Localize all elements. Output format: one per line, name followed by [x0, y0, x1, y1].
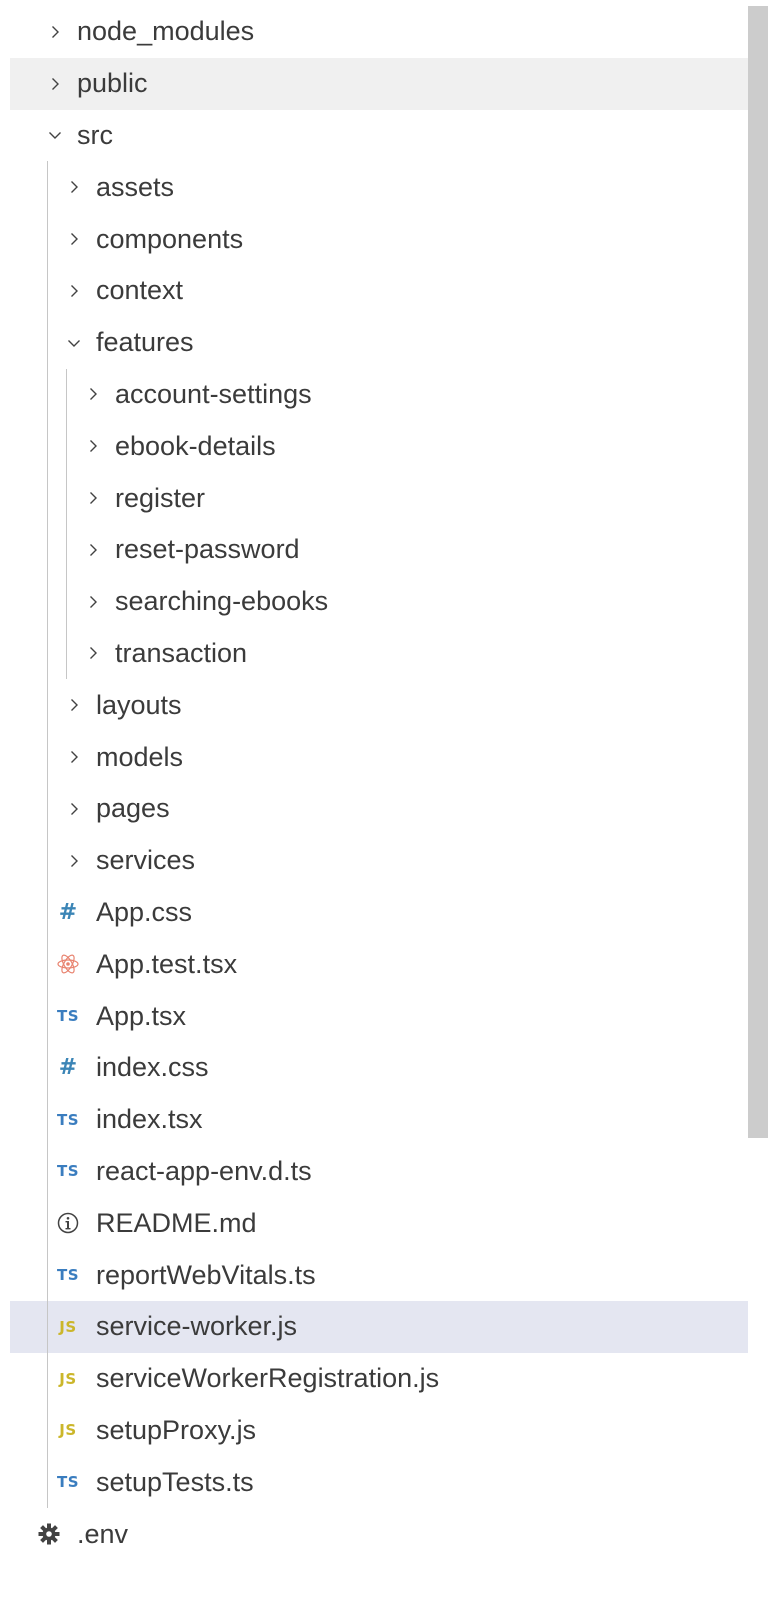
tree-item-label: reportWebVitals.ts [96, 1259, 316, 1290]
file-item-reportwebvitals-ts[interactable]: TS reportWebVitals.ts [10, 1249, 766, 1301]
folder-item-src[interactable]: src [10, 110, 766, 162]
tree-item-label: pages [96, 793, 170, 824]
chevron-right-icon[interactable] [85, 386, 101, 402]
tree-item-label: models [96, 741, 184, 772]
indent-guide [47, 161, 48, 1509]
tree-item-label: node_modules [77, 16, 255, 47]
folder-item-layouts[interactable]: layouts [10, 679, 766, 731]
tree-item-label: assets [96, 171, 175, 202]
chevron-right-icon[interactable] [66, 283, 82, 299]
chevron-right-icon[interactable] [66, 749, 82, 765]
folder-item-transaction[interactable]: transaction [10, 628, 766, 680]
typescript-icon: TS [56, 1162, 80, 1181]
indent-guide [66, 368, 67, 680]
file-item-setuptests-ts[interactable]: TS setupTests.ts [10, 1456, 766, 1508]
tree-item-label: App.css [96, 896, 193, 927]
tree-item-label: components [96, 223, 244, 254]
file-item-serviceworkerregistration-js[interactable]: JS serviceWorkerRegistration.js [10, 1353, 766, 1405]
chevron-right-icon[interactable] [47, 76, 63, 92]
typescript-icon: TS [56, 1473, 80, 1492]
chevron-right-icon[interactable] [85, 438, 101, 454]
folder-item-assets[interactable]: assets [10, 161, 766, 213]
tree-item-label: setupTests.ts [96, 1466, 254, 1497]
file-item-app-test-tsx[interactable]: App.test.tsx [10, 938, 766, 990]
file-item-app-css[interactable]: # App.css [10, 887, 766, 939]
file-item-env[interactable]: .env [10, 1508, 766, 1560]
javascript-icon: JS [59, 1317, 77, 1336]
folder-item-pages[interactable]: pages [10, 783, 766, 835]
tree-item-label: index.css [96, 1052, 209, 1083]
folder-item-context[interactable]: context [10, 265, 766, 317]
tree-item-label: public [77, 68, 148, 99]
tree-item-label: account-settings [115, 378, 312, 409]
tree-item-label: service-worker.js [96, 1311, 298, 1342]
file-explorer: node_modulespublic src assets components con… [0, 0, 783, 1600]
tree-item-label: register [115, 482, 206, 513]
chevron-right-icon[interactable] [66, 697, 82, 713]
tree-item-label: context [96, 275, 184, 306]
tree-item-label: transaction [115, 637, 248, 668]
file-item-react-app-env-d-ts[interactable]: TS react-app-env.d.ts [10, 1146, 766, 1198]
folder-item-node-modules[interactable]: node_modules [10, 6, 766, 58]
tree-item-label: README.md [96, 1207, 257, 1238]
folder-item-account-settings[interactable]: account-settings [10, 369, 766, 421]
tree-item-label: App.test.tsx [96, 948, 238, 979]
gear-icon [36, 1522, 62, 1546]
javascript-icon: JS [59, 1369, 77, 1388]
file-item-setupproxy-js[interactable]: JS setupProxy.js [10, 1405, 766, 1457]
javascript-icon: JS [59, 1421, 77, 1440]
tree-item-label: serviceWorkerRegistration.js [96, 1363, 440, 1394]
typescript-icon: TS [56, 1266, 80, 1285]
tree-item-label: src [77, 119, 113, 150]
css-hash-icon: # [58, 899, 78, 925]
scrollbar-thumb[interactable] [748, 6, 768, 1138]
tree-item-label: .env [77, 1518, 129, 1549]
tree-item-label: App.tsx [96, 1000, 187, 1031]
tree-item-label: searching-ebooks [115, 586, 329, 617]
folder-item-services[interactable]: services [10, 835, 766, 887]
chevron-right-icon[interactable] [66, 801, 82, 817]
tree-item-label: services [96, 845, 196, 876]
file-item-readme-md[interactable]: README.md [10, 1197, 766, 1249]
folder-item-reset-password[interactable]: reset-password [10, 524, 766, 576]
folder-item-public[interactable]: public [10, 57, 766, 110]
chevron-right-icon[interactable] [66, 231, 82, 247]
chevron-down-icon[interactable] [66, 335, 82, 351]
typescript-icon: TS [56, 1110, 80, 1129]
css-hash-icon: # [58, 1055, 78, 1081]
tree-item-label: features [96, 327, 194, 358]
folder-item-ebook-details[interactable]: ebook-details [10, 420, 766, 472]
chevron-right-icon[interactable] [85, 542, 101, 558]
tree-item-label: index.tsx [96, 1104, 203, 1135]
react-icon [55, 952, 81, 976]
folder-item-models[interactable]: models [10, 731, 766, 783]
chevron-right-icon[interactable] [85, 645, 101, 661]
file-tree: node_modulespublic src assets components con… [10, 6, 766, 1560]
file-item-app-tsx[interactable]: TS App.tsx [10, 990, 766, 1042]
file-item-index-tsx[interactable]: TS index.tsx [10, 1094, 766, 1146]
chevron-right-icon[interactable] [47, 24, 63, 40]
chevron-right-icon[interactable] [66, 853, 82, 869]
typescript-icon: TS [56, 1007, 80, 1026]
tree-item-label: layouts [96, 689, 182, 720]
folder-item-features[interactable]: features [10, 317, 766, 369]
folder-item-searching-ebooks[interactable]: searching-ebooks [10, 576, 766, 628]
tree-item-label: reset-password [115, 534, 300, 565]
chevron-right-icon[interactable] [85, 594, 101, 610]
chevron-right-icon[interactable] [66, 179, 82, 195]
folder-item-components[interactable]: components [10, 213, 766, 265]
tree-item-label: ebook-details [115, 430, 276, 461]
file-item-index-css[interactable]: # index.css [10, 1042, 766, 1094]
chevron-down-icon[interactable] [47, 127, 63, 143]
info-icon [55, 1211, 81, 1235]
chevron-right-icon[interactable] [85, 490, 101, 506]
folder-item-register[interactable]: register [10, 472, 766, 524]
tree-item-label: setupProxy.js [96, 1414, 257, 1445]
tree-item-label: react-app-env.d.ts [96, 1155, 312, 1186]
file-item-service-worker-js[interactable]: JS service-worker.js [10, 1300, 766, 1353]
